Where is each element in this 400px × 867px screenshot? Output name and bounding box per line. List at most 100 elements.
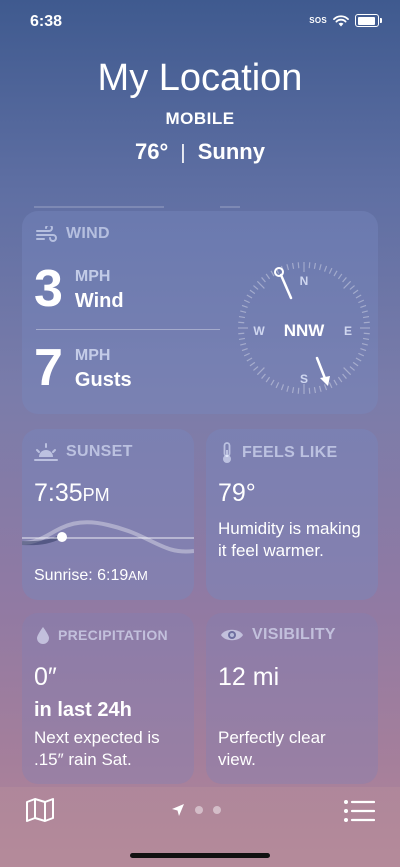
status-time: 6:38	[30, 13, 63, 30]
compass-tick	[286, 385, 290, 392]
compass-tick	[241, 347, 248, 352]
wind-speed-value: 3	[34, 260, 63, 318]
compass-tick	[362, 337, 370, 341]
compass-tick	[253, 285, 259, 290]
precipitation-card[interactable]: PRECIPITATION 0″ in last 24h Next expect…	[22, 613, 194, 784]
sunset-card[interactable]: SUNSET 7:35PM Sunrise: 6:19AM	[22, 429, 194, 600]
current-condition: Sunny	[197, 139, 265, 164]
map-button[interactable]	[25, 797, 55, 828]
compass-tick	[256, 280, 265, 289]
compass-tick	[333, 270, 338, 277]
wind-gust-unit: MPH	[74, 347, 111, 364]
compass-south: S	[300, 372, 308, 386]
compass-tick	[308, 387, 311, 394]
compass-tick	[256, 367, 265, 376]
compass-tick	[358, 299, 365, 304]
compass-tick	[361, 310, 368, 314]
compass-tick	[280, 384, 285, 391]
compass-tick	[360, 347, 367, 352]
compass-tick	[243, 352, 250, 357]
visibility-card[interactable]: VISIBILITY 12 mi Perfectly clear view.	[206, 613, 378, 784]
compass-tick	[275, 382, 280, 389]
compass-west: W	[253, 324, 265, 338]
compass-tick	[291, 262, 295, 270]
wind-card[interactable]: WIND 3 MPH Wind 7 MPH Gusts N E S W NNW	[22, 211, 378, 414]
sunset-header: SUNSET	[34, 442, 133, 462]
compass-tick	[355, 294, 362, 299]
compass-tick	[343, 367, 352, 376]
precipitation-header: PRECIPITATION	[36, 626, 168, 644]
compass-tick	[286, 264, 290, 271]
visibility-value: 12 mi	[218, 663, 280, 691]
compass-tick	[343, 280, 352, 289]
sunrise-time: Sunrise: 6:19AM	[34, 567, 148, 584]
compass-tick	[352, 361, 359, 367]
compass-tick	[238, 332, 245, 335]
status-icons: SOS	[309, 14, 382, 27]
precipitation-label: PRECIPITATION	[58, 627, 168, 643]
wind-compass: N E S W NNW	[238, 262, 370, 394]
wind-gust-row: 7 MPH Gusts	[34, 338, 132, 398]
battery-icon	[355, 14, 379, 27]
current-conditions: 76° | Sunny	[0, 139, 400, 165]
location-subtitle: MOBILE	[165, 109, 235, 128]
compass-tick	[313, 262, 317, 270]
compass-tick	[361, 342, 368, 346]
compass-tick	[246, 357, 253, 362]
wifi-icon	[333, 14, 349, 26]
locations-list-button[interactable]	[343, 799, 376, 828]
feels-like-description: Humidity is making it feel warmer.	[218, 519, 361, 560]
page-indicator[interactable]	[171, 803, 221, 817]
compass-tick	[291, 386, 295, 394]
thermometer-icon	[223, 442, 231, 463]
compass-tick	[265, 273, 271, 280]
compass-tick	[352, 289, 359, 295]
visibility-label: VISIBILITY	[252, 626, 336, 643]
wind-gust-desc: Gusts	[74, 369, 132, 391]
compass-tick	[265, 376, 271, 383]
compass-tick	[342, 277, 347, 283]
precipitation-period: in last 24h	[34, 699, 132, 721]
compass-tick	[328, 382, 333, 389]
compass-tick	[337, 273, 343, 280]
wind-direction: NNW	[284, 321, 326, 340]
compass-tick	[297, 262, 300, 269]
sunset-label: SUNSET	[66, 443, 133, 460]
compass-tick	[323, 384, 328, 391]
compass-tick	[328, 267, 333, 274]
wind-speed-unit: MPH	[74, 268, 111, 285]
compass-tick	[323, 265, 328, 272]
compass-tick	[261, 277, 266, 283]
compass-tick	[358, 352, 365, 357]
compass-tick	[238, 337, 246, 341]
location-arrow-icon	[172, 804, 184, 816]
sun-path-graph	[22, 520, 194, 554]
compass-tick	[240, 310, 247, 314]
page-dot	[195, 806, 203, 814]
compass-tick	[238, 321, 245, 324]
precipitation-forecast: Next expected is .15″ rain Sat.	[34, 728, 160, 769]
home-indicator	[130, 853, 270, 858]
compass-tick	[308, 262, 311, 269]
list-icon	[344, 800, 376, 822]
feels-like-header: FEELS LIKE	[220, 442, 337, 464]
compass-tick	[249, 289, 256, 295]
separator: |	[180, 142, 186, 164]
precipitation-value: 0″	[34, 663, 57, 691]
visibility-description: Perfectly clear view.	[218, 728, 326, 769]
compass-tick	[253, 366, 259, 371]
compass-tick	[337, 376, 343, 383]
compass-tick	[240, 342, 247, 346]
sunset-icon	[34, 443, 58, 461]
compass-tick	[363, 332, 370, 335]
wind-label: WIND	[66, 225, 110, 242]
sun-marker	[57, 532, 67, 542]
compass-tick	[261, 373, 266, 379]
compass-tick	[349, 285, 355, 290]
feels-like-card[interactable]: FEELS LIKE 79° Humidity is making it fee…	[206, 429, 378, 600]
compass-east: E	[344, 324, 352, 338]
feels-like-label: FEELS LIKE	[242, 444, 338, 461]
compass-tick	[362, 315, 370, 319]
wind-arrow-origin	[274, 267, 284, 277]
feels-like-value: 79°	[218, 479, 256, 507]
